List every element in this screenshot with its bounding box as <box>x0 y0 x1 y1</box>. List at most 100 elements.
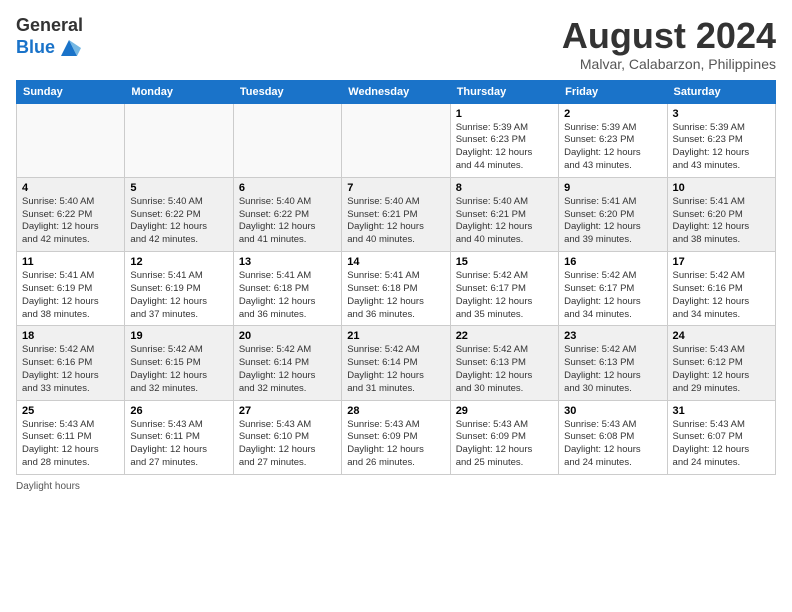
daylight-line1: Daylight: 12 hours <box>239 370 336 383</box>
sunrise-line: Sunrise: 5:42 AM <box>239 344 336 357</box>
sunset-line: Sunset: 6:14 PM <box>347 357 444 370</box>
calendar-day-cell: 26Sunrise: 5:43 AMSunset: 6:11 PMDayligh… <box>125 400 233 474</box>
day-number: 19 <box>130 330 227 342</box>
day-info: Sunrise: 5:42 AMSunset: 6:17 PMDaylight:… <box>456 270 553 321</box>
daylight-line1: Daylight: 12 hours <box>130 444 227 457</box>
daylight-line1: Daylight: 12 hours <box>239 296 336 309</box>
sunset-line: Sunset: 6:14 PM <box>239 357 336 370</box>
calendar-day-cell: 6 Sunrise: 5:40 AMSunset: 6:22 PMDaylight… <box>233 177 341 251</box>
daylight-line1: Daylight: 12 hours <box>130 296 227 309</box>
day-info: Sunrise: 5:43 AMSunset: 6:11 PMDaylight:… <box>130 419 227 470</box>
calendar-day-cell <box>17 103 125 177</box>
daylight-line2: and 25 minutes. <box>456 457 553 470</box>
calendar-day-cell: 18 Sunrise: 5:42 AMSunset: 6:16 PMDayligh… <box>17 326 125 400</box>
day-info: Sunrise: 5:42 AMSunset: 6:13 PMDaylight:… <box>456 344 553 395</box>
day-number: 11 <box>22 256 119 268</box>
day-number: 6 <box>239 182 336 194</box>
daylight-line2: and 29 minutes. <box>673 383 770 396</box>
day-info: Sunrise: 5:41 AMSunset: 6:18 PMDaylight:… <box>347 270 444 321</box>
calendar-table: SundayMondayTuesdayWednesdayThursdayFrid… <box>16 80 776 475</box>
calendar-day-cell: 9Sunrise: 5:41 AMSunset: 6:20 PMDaylight… <box>559 177 667 251</box>
daylight-line2: and 35 minutes. <box>456 309 553 322</box>
daylight-line1: Daylight: 12 hours <box>347 370 444 383</box>
daylight-line1: Daylight: 12 hours <box>456 296 553 309</box>
calendar-day-header: Wednesday <box>342 80 450 103</box>
day-info: Sunrise: 5:41 AMSunset: 6:19 PMDaylight:… <box>22 270 119 321</box>
day-info: Sunrise: 5:39 AMSunset: 6:23 PMDaylight:… <box>456 122 553 173</box>
sunrise-line: Sunrise: 5:41 AM <box>347 270 444 283</box>
daylight-line1: Daylight: 12 hours <box>22 296 119 309</box>
daylight-line2: and 31 minutes. <box>347 383 444 396</box>
calendar-week-row: 1 Sunrise: 5:39 AMSunset: 6:23 PMDaylight… <box>17 103 776 177</box>
title-block: August 2024 Malvar, Calabarzon, Philippi… <box>562 16 776 72</box>
sunset-line: Sunset: 6:17 PM <box>456 283 553 296</box>
calendar-day-cell: 1 Sunrise: 5:39 AMSunset: 6:23 PMDaylight… <box>450 103 558 177</box>
calendar-week-row: 11 Sunrise: 5:41 AMSunset: 6:19 PMDayligh… <box>17 252 776 326</box>
day-info: Sunrise: 5:43 AMSunset: 6:11 PMDaylight:… <box>22 419 119 470</box>
daylight-line2: and 39 minutes. <box>564 234 661 247</box>
sunrise-line: Sunrise: 5:42 AM <box>564 270 661 283</box>
calendar-day-cell: 2Sunrise: 5:39 AMSunset: 6:23 PMDaylight… <box>559 103 667 177</box>
calendar-day-cell: 10Sunrise: 5:41 AMSunset: 6:20 PMDayligh… <box>667 177 775 251</box>
daylight-line2: and 42 minutes. <box>22 234 119 247</box>
calendar-day-header: Friday <box>559 80 667 103</box>
sunrise-line: Sunrise: 5:40 AM <box>347 196 444 209</box>
logo-general: General <box>16 16 83 36</box>
daylight-line2: and 32 minutes. <box>130 383 227 396</box>
day-info: Sunrise: 5:42 AMSunset: 6:15 PMDaylight:… <box>130 344 227 395</box>
daylight-line1: Daylight: 12 hours <box>22 370 119 383</box>
sunset-line: Sunset: 6:09 PM <box>347 431 444 444</box>
calendar-day-cell: 28Sunrise: 5:43 AMSunset: 6:09 PMDayligh… <box>342 400 450 474</box>
daylight-line1: Daylight: 12 hours <box>239 221 336 234</box>
daylight-line2: and 34 minutes. <box>564 309 661 322</box>
sunset-line: Sunset: 6:09 PM <box>456 431 553 444</box>
calendar-day-header: Sunday <box>17 80 125 103</box>
day-number: 25 <box>22 405 119 417</box>
day-info: Sunrise: 5:43 AMSunset: 6:10 PMDaylight:… <box>239 419 336 470</box>
daylight-line2: and 24 minutes. <box>564 457 661 470</box>
daylight-line2: and 40 minutes. <box>456 234 553 247</box>
day-info: Sunrise: 5:40 AMSunset: 6:22 PMDaylight:… <box>239 196 336 247</box>
daylight-line2: and 27 minutes. <box>130 457 227 470</box>
calendar-day-header: Monday <box>125 80 233 103</box>
sunrise-line: Sunrise: 5:39 AM <box>673 122 770 135</box>
calendar-week-row: 18 Sunrise: 5:42 AMSunset: 6:16 PMDayligh… <box>17 326 776 400</box>
day-number: 20 <box>239 330 336 342</box>
calendar-day-header: Tuesday <box>233 80 341 103</box>
daylight-line2: and 24 minutes. <box>673 457 770 470</box>
sunrise-line: Sunrise: 5:42 AM <box>22 344 119 357</box>
sunset-line: Sunset: 6:07 PM <box>673 431 770 444</box>
daylight-line2: and 43 minutes. <box>673 160 770 173</box>
calendar-day-cell: 13Sunrise: 5:41 AMSunset: 6:18 PMDayligh… <box>233 252 341 326</box>
day-info: Sunrise: 5:42 AMSunset: 6:16 PMDaylight:… <box>22 344 119 395</box>
day-number: 13 <box>239 256 336 268</box>
daylight-line1: Daylight: 12 hours <box>673 221 770 234</box>
month-title: August 2024 <box>562 16 776 56</box>
day-number: 29 <box>456 405 553 417</box>
calendar-day-cell <box>125 103 233 177</box>
day-number: 27 <box>239 405 336 417</box>
daylight-line2: and 32 minutes. <box>239 383 336 396</box>
daylight-line1: Daylight: 12 hours <box>347 296 444 309</box>
sunset-line: Sunset: 6:21 PM <box>456 209 553 222</box>
sunset-line: Sunset: 6:23 PM <box>564 134 661 147</box>
calendar-day-cell: 16Sunrise: 5:42 AMSunset: 6:17 PMDayligh… <box>559 252 667 326</box>
sunset-line: Sunset: 6:22 PM <box>130 209 227 222</box>
day-number: 10 <box>673 182 770 194</box>
daylight-line2: and 36 minutes. <box>347 309 444 322</box>
sunset-line: Sunset: 6:10 PM <box>239 431 336 444</box>
logo: General Blue <box>16 16 83 60</box>
daylight-line1: Daylight: 12 hours <box>564 296 661 309</box>
day-number: 30 <box>564 405 661 417</box>
sunrise-line: Sunrise: 5:41 AM <box>22 270 119 283</box>
sunset-line: Sunset: 6:13 PM <box>564 357 661 370</box>
calendar-week-row: 4Sunrise: 5:40 AMSunset: 6:22 PMDaylight… <box>17 177 776 251</box>
calendar-day-cell: 29Sunrise: 5:43 AMSunset: 6:09 PMDayligh… <box>450 400 558 474</box>
daylight-line2: and 43 minutes. <box>564 160 661 173</box>
day-number: 18 <box>22 330 119 342</box>
day-info: Sunrise: 5:42 AMSunset: 6:17 PMDaylight:… <box>564 270 661 321</box>
sunrise-line: Sunrise: 5:43 AM <box>673 419 770 432</box>
day-number: 1 <box>456 108 553 120</box>
day-info: Sunrise: 5:39 AMSunset: 6:23 PMDaylight:… <box>564 122 661 173</box>
sunrise-line: Sunrise: 5:43 AM <box>456 419 553 432</box>
